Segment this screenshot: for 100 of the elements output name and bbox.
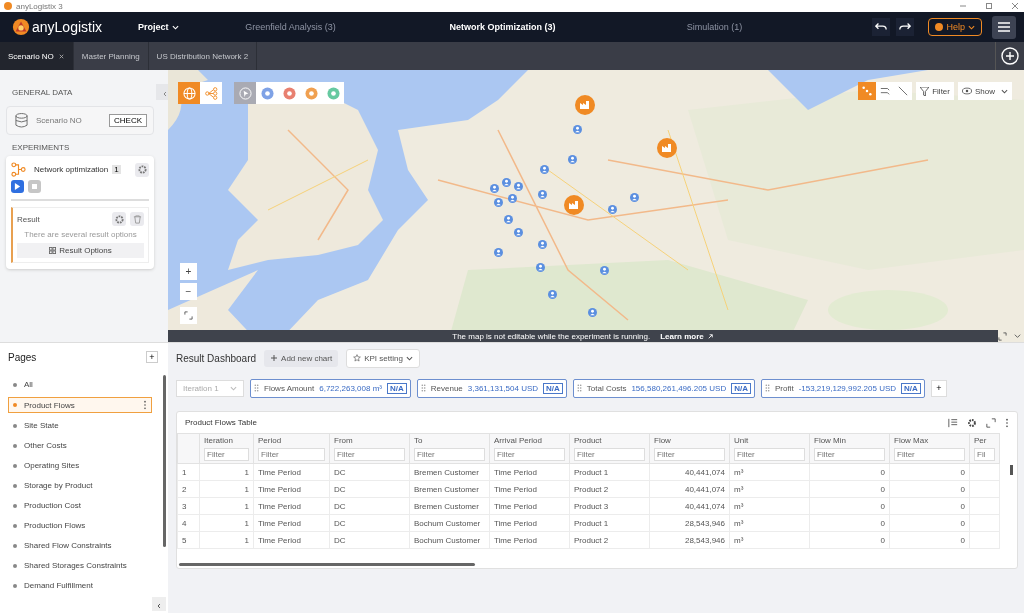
page-item[interactable]: Shared Storages Constraints [8,558,152,573]
add-icon[interactable] [1001,47,1019,65]
person-marker-icon[interactable] [508,194,517,203]
page-item[interactable]: Site State [8,418,152,433]
person-marker-icon[interactable] [490,184,499,193]
columns-icon[interactable] [948,417,958,428]
person-marker-icon[interactable] [630,193,639,202]
restore-icon[interactable] [984,1,994,11]
page-item[interactable]: Product Flows [8,397,152,413]
page-item[interactable]: Other Costs [8,438,152,453]
show-button[interactable]: Show [958,82,1012,100]
person-marker-icon[interactable] [536,263,545,272]
column-header[interactable]: From [334,436,405,446]
experiment-tab[interactable]: Greenfield Analysis (3) [184,21,397,33]
page-item[interactable]: All [8,377,152,392]
column-header[interactable]: Flow Min [814,436,885,446]
undo-icon[interactable] [872,18,891,36]
person-marker-icon[interactable] [504,215,513,224]
more-icon[interactable] [143,400,147,410]
column-header[interactable]: To [414,436,485,446]
scenario-tab[interactable]: Scenario NO [0,42,74,70]
menu-button[interactable] [992,15,1016,39]
page-item[interactable]: Production Flows [8,518,152,533]
delete-button[interactable] [130,212,144,226]
filter-field[interactable]: Filter [204,448,249,461]
column-header[interactable]: Arrival Period [494,436,565,446]
person-marker-icon[interactable] [568,155,577,164]
column-header[interactable]: Per [974,436,995,446]
drag-handle-icon[interactable] [420,384,426,392]
person-marker-icon[interactable] [494,198,503,207]
person-marker-icon[interactable] [573,125,582,134]
filter-field[interactable]: Filter [574,448,645,461]
kpi-setting-button[interactable]: KPI setting [346,348,420,368]
learn-more-link[interactable]: Learn more [660,331,714,341]
play-button[interactable] [11,180,24,193]
filter-field[interactable]: Filter [894,448,965,461]
page-item[interactable]: Demand Fulfillment [8,578,152,593]
fit-view-button[interactable] [180,307,197,324]
clusters-button[interactable] [858,82,877,100]
person-marker-icon[interactable] [502,178,511,187]
filter-field[interactable]: Filter [494,448,565,461]
filter-button[interactable]: Filter [916,82,954,100]
expand-icon[interactable] [986,417,996,428]
factory-marker-icon[interactable] [657,138,677,158]
page-item[interactable]: Operating Sites [8,458,152,473]
person-marker-icon[interactable] [588,308,597,317]
settings-button[interactable] [112,212,126,226]
settings-icon[interactable] [967,417,977,428]
person-marker-icon[interactable] [514,228,523,237]
scrollbar[interactable] [163,375,166,547]
scrollbar[interactable] [179,563,475,566]
column-header[interactable]: Period [258,436,325,446]
person-marker-icon[interactable] [514,182,523,191]
filter-field[interactable]: Filter [334,448,405,461]
filter-field[interactable]: Filter [414,448,485,461]
experiment-tab[interactable]: Network Optimization (3) [396,21,609,33]
drag-handle-icon[interactable] [254,384,259,392]
check-button[interactable]: CHECK [109,114,147,127]
filter-field[interactable]: Filter [654,448,725,461]
page-item[interactable]: Storage by Product [8,478,152,493]
column-header[interactable]: Unit [734,436,805,446]
page-item[interactable]: Shared Flow Constraints [8,538,152,553]
factory-marker-icon[interactable] [575,95,595,115]
page-item[interactable]: Production Cost [8,498,152,513]
stop-button[interactable] [28,180,41,193]
person-marker-icon[interactable] [600,266,609,275]
close-icon[interactable] [1010,1,1020,11]
drag-handle-icon[interactable] [764,384,770,392]
person-marker-icon[interactable] [538,240,547,249]
close-icon[interactable] [57,52,65,60]
globe-button[interactable] [178,82,200,104]
filter-field[interactable]: Fil [974,448,995,461]
drag-handle-icon[interactable] [576,384,582,392]
person-marker-icon[interactable] [538,190,547,199]
scrollbar[interactable] [1010,465,1013,475]
chevron-icon[interactable] [1013,332,1022,341]
result-options-button[interactable]: Result Options [17,243,144,258]
person-marker-icon[interactable] [494,248,503,257]
add-kpi-button[interactable]: + [930,379,947,397]
add-page-button[interactable]: + [146,351,158,363]
filter-field[interactable]: Filter [258,448,325,461]
factory-marker-icon[interactable] [564,195,584,215]
person-marker-icon[interactable] [608,205,617,214]
routes-button[interactable] [876,82,895,100]
add-chart-button[interactable]: Add new chart [264,349,339,367]
filter-field[interactable]: Filter [734,448,805,461]
help-button[interactable]: Help [928,18,982,36]
person-marker-icon[interactable] [548,290,557,299]
zoom-in-button[interactable]: + [180,263,197,280]
scenario-card[interactable]: Scenario NO CHECK [6,106,154,135]
line-button[interactable] [894,82,913,100]
column-header[interactable]: Iteration [204,436,249,446]
column-header[interactable]: Product [574,436,645,446]
settings-button[interactable] [135,162,149,177]
person-marker-icon[interactable] [540,165,549,174]
column-header[interactable]: Flow [654,436,725,446]
redo-icon[interactable] [896,18,915,36]
experiment-tab[interactable]: Simulation (1) [608,21,821,33]
filter-field[interactable]: Filter [814,448,885,461]
more-icon[interactable] [1005,417,1009,428]
